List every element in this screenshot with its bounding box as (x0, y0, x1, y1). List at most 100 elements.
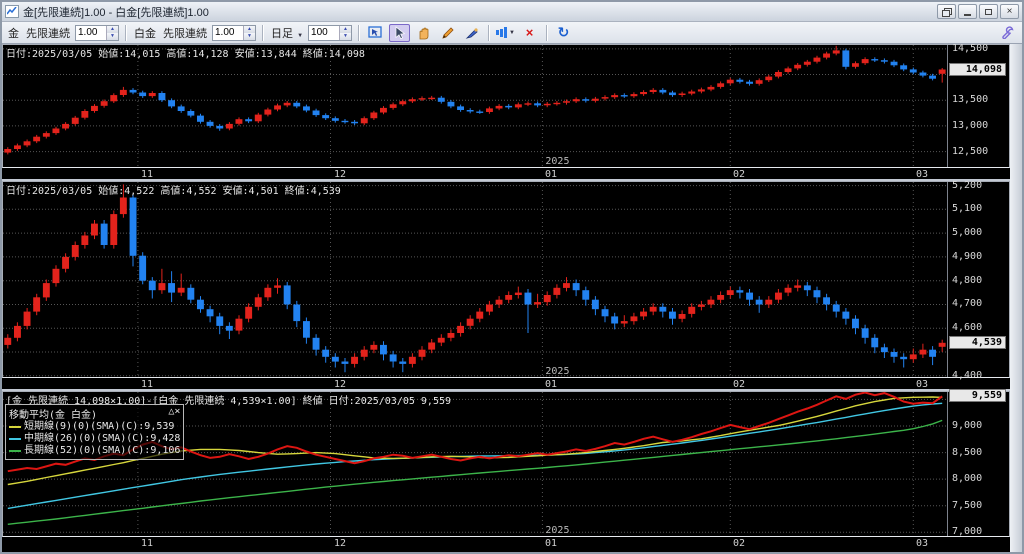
delete-drawing-icon: × (525, 25, 534, 40)
month-tick-label: 12 (334, 538, 347, 549)
short-ma-swatch (9, 426, 21, 428)
spin-up-icon[interactable]: ▲ (340, 25, 352, 33)
toolbar-separator (546, 24, 548, 41)
platinum-candlestick-chart[interactable]: 2025 (3, 182, 947, 377)
pencil-draw-button[interactable] (437, 24, 458, 42)
chart-window: 金[先限連続]1.00 - 白金[先限連続]1.00 × 金 先限連続 ▲▼ 白… (0, 0, 1024, 554)
gold-multiplier-spinner[interactable]: ▲▼ (75, 24, 119, 41)
mid-ma-swatch (9, 438, 21, 440)
price-tick-label: 5,000 (952, 227, 983, 238)
long-ma-label: 長期線(52)(0)(SMA)(C):9,106 (24, 445, 181, 456)
refresh-button[interactable]: ↻ (553, 24, 574, 42)
spin-down-icon[interactable]: ▼ (244, 32, 255, 40)
wrench-settings-icon (1002, 26, 1014, 39)
price-tick-label: 7,500 (952, 500, 983, 511)
chart-type-button[interactable]: ▼ (495, 24, 516, 42)
pen-tool-button[interactable] (461, 24, 482, 42)
platinum-plot: 2025 日付:2025/03/05 始値:4,522 高値:4,552 安値:… (3, 182, 947, 377)
gold-plot: 2025 日付:2025/03/05 始値:14,015 高値:14,128 安… (3, 45, 947, 167)
title-bar: 金[先限連続]1.00 - 白金[先限連続]1.00 × (2, 2, 1022, 22)
month-tick-label: 02 (733, 169, 746, 180)
app-chart-icon (5, 5, 19, 18)
price-tick-label: 5,100 (952, 203, 983, 214)
legend-collapse-close-buttons[interactable]: △× (168, 406, 180, 421)
gold-series-label: 先限連続 (26, 27, 70, 40)
price-tick-label: 13,500 (952, 94, 989, 105)
gold-multiplier-input[interactable] (76, 25, 106, 40)
toolbar-separator (125, 24, 126, 41)
price-tick-label: 14,500 (952, 43, 989, 54)
pointer-tool-button[interactable] (389, 23, 411, 42)
chart-cursor-button[interactable] (365, 24, 386, 42)
close-icon: × (1006, 5, 1013, 17)
ma-legend-title: 移動平均(金 白金) (9, 410, 98, 421)
price-tick-label: 7,000 (952, 526, 983, 537)
spin-down-icon[interactable]: ▼ (340, 32, 352, 40)
chevron-down-icon: ▼ (297, 32, 304, 39)
toolbar: 金 先限連続 ▲▼ 白金 先限連続 ▲▼ 日足 ▼ ▲▼ (2, 22, 1022, 44)
spread-time-axis: 11 12 01 02 03 (2, 537, 1010, 552)
settings-button[interactable] (997, 24, 1018, 42)
month-tick-label: 01 (545, 379, 558, 390)
maximize-button[interactable] (979, 4, 998, 19)
price-tick-label: 13,000 (952, 120, 989, 131)
pointer-icon (395, 25, 406, 39)
legend-item-mid: 中期線(26)(0)(SMA)(C):9,428 (9, 433, 180, 445)
chart-type-icon (496, 30, 500, 35)
mid-ma-label: 中期線(26)(0)(SMA)(C):9,428 (24, 433, 181, 444)
price-tick-label: 12,500 (952, 146, 989, 157)
spread-plot: 2025 [金 先限連続 14,098×1.00]-[白金 先限連続 4,539… (3, 392, 947, 536)
platinum-multiplier-input[interactable] (213, 25, 243, 40)
toolbar-separator (358, 24, 360, 41)
legend-item-long: 長期線(52)(0)(SMA)(C):9,106 (9, 445, 180, 457)
bars-count-spinner[interactable]: ▲▼ (308, 24, 353, 41)
platinum-label: 白金 (134, 27, 156, 40)
price-tick-label: 4,700 (952, 298, 983, 309)
price-tick-label: 8,500 (952, 447, 983, 458)
toolbar-separator (488, 24, 490, 41)
minimize-button[interactable] (958, 4, 977, 19)
delete-drawing-button[interactable]: × (519, 24, 540, 42)
gold-price-axis: 14,500 13,500 13,000 12,500 14,098 (947, 43, 1009, 167)
platinum-time-axis: 11 12 01 02 03 (2, 378, 1010, 391)
spin-up-icon[interactable]: ▲ (244, 25, 255, 33)
short-ma-label: 短期線(9)(0)(SMA)(C):9,539 (24, 421, 175, 432)
platinum-price-axis: 5,200 5,100 5,000 4,900 4,800 4,700 4,600 4,400… (947, 180, 1009, 381)
month-tick-label: 03 (916, 169, 929, 180)
gold-info-line: 日付:2025/03/05 始値:14,015 高値:14,128 安値:13,… (6, 49, 365, 60)
chart-cursor-icon (368, 26, 382, 38)
current-price-tag: 9,559 (949, 389, 1006, 402)
legend-item-short: 短期線(9)(0)(SMA)(C):9,539 (9, 421, 180, 433)
svg-text:2025: 2025 (545, 156, 569, 167)
period-select[interactable]: 日足 ▼ (269, 25, 305, 41)
gold-label: 金 (8, 27, 19, 40)
chart-region: 2025 日付:2025/03/05 始値:14,015 高値:14,128 安… (2, 43, 1022, 552)
candles-layer (4, 184, 946, 373)
chevron-down-icon: ▼ (509, 29, 515, 36)
current-price-tag: 4,539 (949, 336, 1006, 349)
hand-pan-button[interactable] (413, 24, 434, 42)
close-button[interactable]: × (1000, 4, 1019, 19)
month-tick-label: 01 (545, 538, 558, 549)
spin-down-icon[interactable]: ▼ (107, 32, 118, 40)
month-tick-label: 03 (916, 538, 929, 549)
spread-panel: 2025 [金 先限連続 14,098×1.00]-[白金 先限連続 4,539… (2, 389, 1010, 552)
svg-text:2025: 2025 (545, 366, 569, 377)
gold-panel: 2025 日付:2025/03/05 始値:14,015 高値:14,128 安… (2, 43, 1010, 181)
price-tick-label: 5,200 (952, 180, 983, 191)
price-tick-label: 4,900 (952, 251, 983, 262)
hand-pan-icon (419, 27, 428, 39)
platinum-multiplier-spinner[interactable]: ▲▼ (212, 24, 256, 41)
ma-legend: 移動平均(金 白金) △× 短期線(9)(0)(SMA)(C):9,539 中期… (5, 404, 185, 460)
month-tick-label: 11 (141, 538, 154, 549)
price-tick-label: 4,800 (952, 275, 983, 286)
gold-candlestick-chart[interactable]: 2025 (3, 45, 947, 167)
bars-count-input[interactable] (309, 25, 340, 40)
spin-up-icon[interactable]: ▲ (107, 25, 118, 33)
month-tick-label: 12 (334, 169, 347, 180)
gold-time-axis: 11 12 01 02 03 (2, 168, 1010, 181)
long-ma-swatch (9, 450, 21, 452)
new-window-button[interactable] (937, 4, 956, 19)
month-tick-label: 11 (141, 169, 154, 180)
month-tick-label: 01 (545, 169, 558, 180)
